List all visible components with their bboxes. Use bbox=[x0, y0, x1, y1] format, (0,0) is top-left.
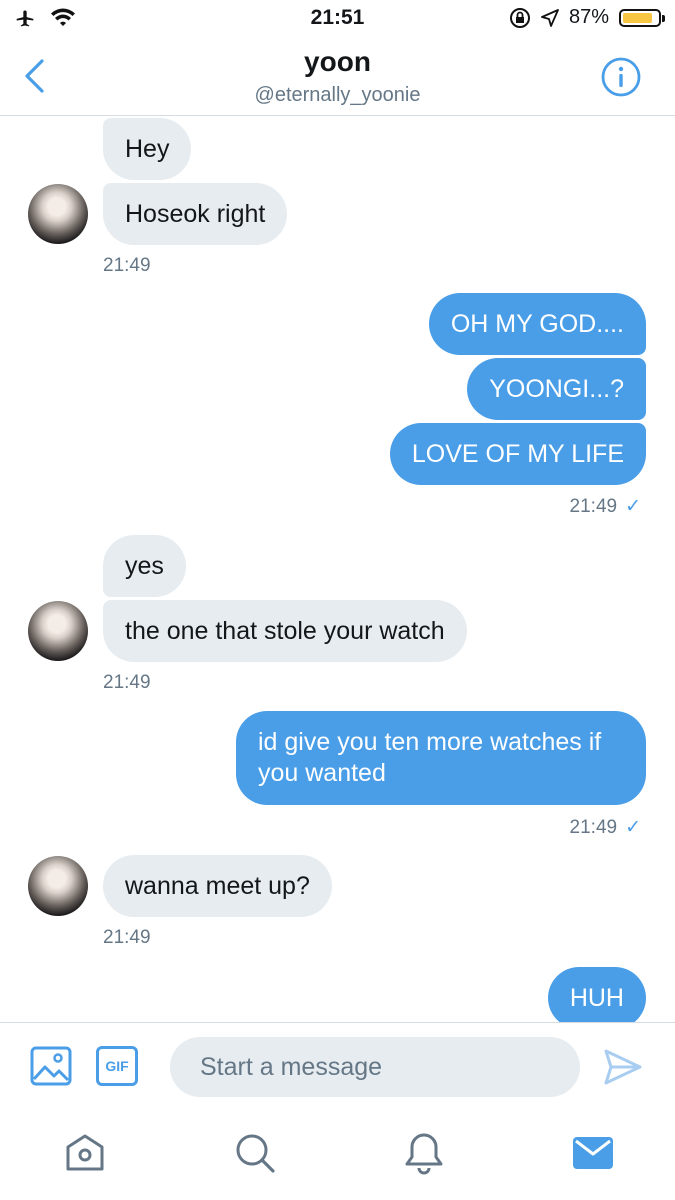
battery-icon bbox=[619, 8, 665, 27]
conversation-handle: @eternally_yoonie bbox=[254, 84, 421, 106]
read-check-icon: ✓ bbox=[625, 496, 641, 517]
message-timestamp-read: 21:49 ✓ bbox=[570, 816, 641, 839]
home-icon[interactable] bbox=[64, 1133, 106, 1173]
send-icon[interactable] bbox=[603, 1048, 643, 1086]
outgoing-message[interactable]: id give you ten more watches if you want… bbox=[236, 711, 646, 805]
incoming-message[interactable]: Hoseok right bbox=[103, 183, 288, 245]
image-icon[interactable] bbox=[30, 1046, 72, 1086]
incoming-message[interactable]: Hey bbox=[103, 118, 192, 180]
header-divider bbox=[0, 115, 675, 116]
message-timestamp: 21:49 bbox=[569, 496, 618, 517]
orientation-lock-icon bbox=[509, 7, 530, 28]
incoming-message[interactable]: wanna meet up? bbox=[103, 855, 332, 917]
outgoing-message[interactable]: YOONGI...? bbox=[467, 358, 646, 420]
message-input[interactable]: Start a message bbox=[170, 1037, 580, 1097]
message-timestamp: 21:49 bbox=[103, 255, 151, 276]
battery-nub bbox=[662, 14, 665, 22]
messages-icon[interactable] bbox=[573, 1137, 613, 1169]
outgoing-message[interactable]: OH MY GOD.... bbox=[428, 293, 646, 355]
battery-fill bbox=[623, 12, 653, 23]
info-icon[interactable] bbox=[600, 56, 642, 98]
message-timestamp: 21:49 bbox=[569, 817, 618, 838]
outgoing-message[interactable]: LOVE OF MY LIFE bbox=[389, 423, 646, 485]
search-icon[interactable] bbox=[234, 1132, 276, 1174]
gif-icon[interactable]: GIF bbox=[96, 1046, 138, 1086]
avatar[interactable] bbox=[28, 184, 88, 244]
status-right: 87% bbox=[509, 6, 665, 29]
message-timestamp: 21:49 bbox=[103, 927, 151, 948]
chat-clip: HUH bbox=[0, 965, 675, 1022]
composer-divider bbox=[0, 1022, 675, 1023]
avatar[interactable] bbox=[28, 601, 88, 661]
location-icon bbox=[541, 8, 559, 27]
conversation-name: yoon bbox=[304, 46, 371, 77]
incoming-message[interactable]: the one that stole your watch bbox=[103, 600, 467, 662]
message-timestamp-read: 21:49 ✓ bbox=[570, 495, 641, 518]
incoming-message[interactable]: yes bbox=[103, 535, 186, 597]
notifications-icon[interactable] bbox=[404, 1131, 444, 1175]
message-timestamp: 21:49 bbox=[103, 672, 151, 693]
battery-percent: 87% bbox=[568, 6, 609, 28]
avatar[interactable] bbox=[28, 856, 88, 916]
outgoing-message[interactable]: HUH bbox=[547, 967, 646, 1022]
read-check-icon: ✓ bbox=[625, 817, 641, 838]
